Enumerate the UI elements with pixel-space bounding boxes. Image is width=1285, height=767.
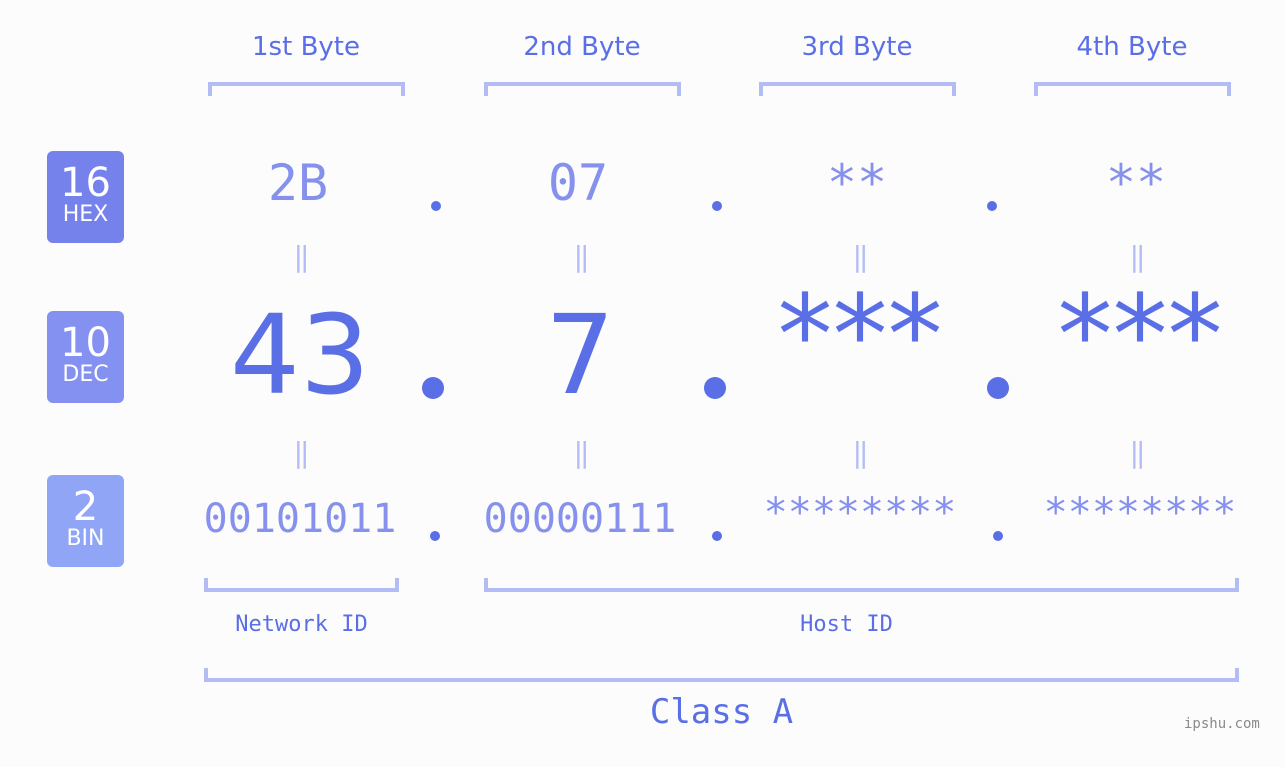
- bin-badge-number: 2: [72, 484, 99, 530]
- bin-dot-2: [712, 531, 722, 541]
- hex-badge-number: 16: [60, 160, 111, 206]
- equals-dec-bin-4: ||: [1129, 436, 1146, 469]
- equals-hex-dec-4: ||: [1129, 240, 1146, 273]
- network-id-label: Network ID: [235, 612, 368, 637]
- dec-dot-2: [704, 377, 726, 399]
- hex-byte-3: **: [826, 154, 888, 212]
- hex-badge: 16 HEX: [47, 151, 124, 243]
- bin-badge: 2 BIN: [47, 475, 124, 567]
- hex-dot-3: [987, 201, 997, 211]
- byte-1-header: 1st Byte: [252, 32, 360, 62]
- bin-badge-label: BIN: [66, 526, 105, 551]
- hex-byte-2: 07: [547, 154, 609, 212]
- dec-badge-number: 10: [60, 320, 111, 366]
- hex-byte-4: **: [1105, 154, 1167, 212]
- byte-2-bracket: [484, 82, 681, 96]
- host-id-bracket: [484, 578, 1239, 592]
- dec-badge: 10 DEC: [47, 311, 124, 403]
- hex-dot-2: [712, 201, 722, 211]
- dec-byte-4: ***: [1057, 271, 1223, 399]
- dec-dot-1: [422, 377, 444, 399]
- equals-dec-bin-1: ||: [293, 436, 310, 469]
- byte-4-header: 4th Byte: [1076, 32, 1188, 62]
- bin-dot-1: [430, 531, 440, 541]
- class-label: Class A: [649, 692, 794, 732]
- dec-byte-2: 7: [545, 291, 615, 419]
- equals-dec-bin-2: ||: [573, 436, 590, 469]
- equals-hex-dec-3: ||: [852, 240, 869, 273]
- byte-1-bracket: [208, 82, 405, 96]
- bin-dot-3: [993, 531, 1003, 541]
- bin-byte-3: ********: [763, 490, 957, 536]
- byte-2-header: 2nd Byte: [523, 32, 641, 62]
- hex-dot-1: [431, 201, 441, 211]
- watermark: ipshu.com: [1184, 716, 1260, 732]
- host-id-label: Host ID: [800, 612, 893, 637]
- hex-badge-label: HEX: [62, 202, 109, 227]
- byte-3-bracket: [759, 82, 956, 96]
- dec-badge-label: DEC: [62, 362, 109, 387]
- byte-4-bracket: [1034, 82, 1231, 96]
- equals-hex-dec-1: ||: [293, 240, 310, 273]
- hex-byte-1: 2B: [267, 154, 329, 212]
- bin-byte-4: ********: [1043, 490, 1237, 536]
- dec-byte-3: ***: [777, 271, 943, 399]
- dec-byte-1: 43: [230, 291, 370, 419]
- byte-3-header: 3rd Byte: [801, 32, 913, 62]
- bin-byte-1: 00101011: [203, 496, 397, 542]
- dec-dot-3: [987, 377, 1009, 399]
- equals-hex-dec-2: ||: [573, 240, 590, 273]
- network-id-bracket: [204, 578, 399, 592]
- class-bracket: [204, 668, 1239, 682]
- equals-dec-bin-3: ||: [852, 436, 869, 469]
- bin-byte-2: 00000111: [483, 496, 677, 542]
